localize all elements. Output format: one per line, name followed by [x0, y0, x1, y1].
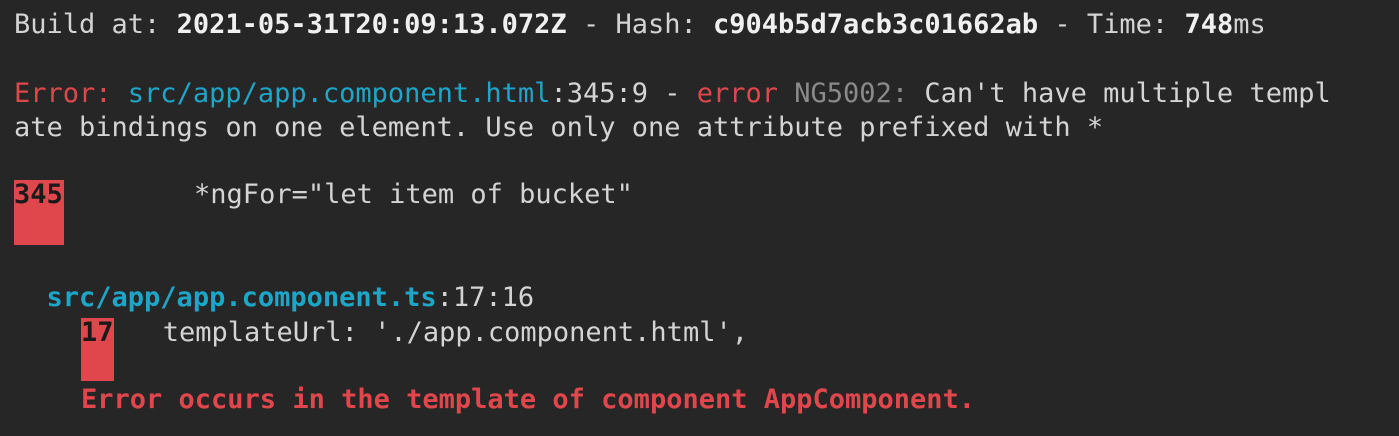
time-separator: - Time:: [1038, 9, 1185, 40]
error-file-link[interactable]: src/app/app.component.html: [128, 78, 551, 109]
build-hash: c904b5d7acb3c01662ab: [713, 9, 1039, 40]
build-time-unit: ms: [1233, 9, 1266, 40]
reference-file-link[interactable]: src/app/app.component.ts: [47, 282, 437, 313]
snippet1-code: *ngFor="let item of bucket": [64, 179, 633, 210]
snippet1-line-number: 345: [14, 179, 63, 210]
error-word: error: [696, 78, 779, 109]
error-location: :345:9 -: [550, 78, 697, 109]
error-header-line: Error: src/app/app.component.html:345:9 …: [14, 77, 1331, 111]
error-message-part1: Can't have multiple templ: [908, 78, 1331, 109]
snippet2-line-number: 17: [81, 317, 114, 348]
build-label: Build at:: [14, 9, 177, 40]
terminal-window: { "build": { "label": "Build at: ", "tim…: [0, 0, 1399, 436]
error-prefix: Error:: [14, 78, 128, 109]
reference-location: :17:16: [436, 282, 535, 313]
reference-line: src/app/app.component.ts:17:16: [14, 281, 535, 315]
footer-error-message: Error occurs in the template of componen…: [81, 384, 976, 415]
error-code: NG5002:: [778, 78, 909, 109]
build-timestamp: 2021-05-31T20:09:13.072Z: [176, 9, 567, 40]
hash-separator: - Hash:: [566, 9, 714, 40]
error-message-wrap-line: ate bindings on one element. Use only on…: [14, 111, 1103, 145]
snippet2-code: templateUrl: './app.component.html',: [114, 317, 748, 348]
build-time-value: 748: [1184, 9, 1234, 40]
build-info-line: Build at: 2021-05-31T20:09:13.072Z - Has…: [14, 8, 1266, 42]
error-message-part2: ate bindings on one element. Use only on…: [14, 112, 1104, 143]
